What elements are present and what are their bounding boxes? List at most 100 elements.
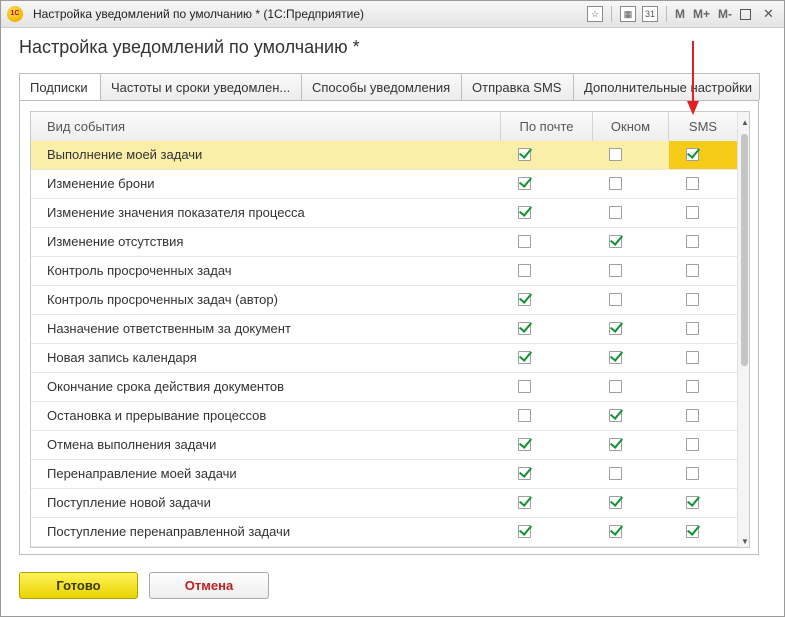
table-row[interactable]: Отмена выполнения задачи — [31, 431, 737, 460]
window-checkbox[interactable] — [609, 235, 622, 248]
scroll-down-icon[interactable]: ▼ — [741, 537, 749, 546]
tab-subscriptions[interactable]: Подписки — [19, 73, 101, 102]
calendar-icon[interactable]: 31 — [642, 6, 658, 22]
selected-cell-highlight — [669, 141, 737, 169]
event-name: Остановка и прерывание процессов — [47, 408, 267, 423]
subscriptions-table: Вид события По почте Окном SMS Выполнени… — [30, 111, 750, 548]
table-row[interactable]: Изменение значения показателя процесса — [31, 199, 737, 228]
window-checkbox[interactable] — [609, 409, 622, 422]
app-logo: 1C — [7, 6, 23, 22]
window-checkbox[interactable] — [609, 148, 622, 161]
email-checkbox[interactable] — [518, 264, 531, 277]
sms-checkbox[interactable] — [686, 322, 699, 335]
done-button[interactable]: Готово — [19, 572, 138, 599]
event-name: Окончание срока действия документов — [47, 379, 285, 394]
email-checkbox[interactable] — [518, 206, 531, 219]
email-checkbox[interactable] — [518, 235, 531, 248]
event-name: Контроль просроченных задач — [47, 263, 232, 278]
sms-checkbox[interactable] — [686, 264, 699, 277]
scroll-thumb[interactable] — [741, 134, 748, 366]
email-checkbox[interactable] — [518, 322, 531, 335]
titlebar-tools: ☆ ▦ 31 M M+ M- ✕ — [587, 5, 784, 23]
sms-checkbox[interactable] — [686, 351, 699, 364]
separator — [611, 6, 612, 22]
window-checkbox[interactable] — [609, 351, 622, 364]
table-row[interactable]: Поступление новой задачи — [31, 489, 737, 518]
window-checkbox[interactable] — [609, 177, 622, 190]
email-checkbox[interactable] — [518, 351, 531, 364]
table-row[interactable]: Контроль просроченных задач (автор) — [31, 286, 737, 315]
sms-checkbox[interactable] — [686, 380, 699, 393]
event-name: Изменение значения показателя процесса — [47, 205, 305, 220]
sms-checkbox[interactable] — [686, 409, 699, 422]
tab-additional-settings[interactable]: Дополнительные настройки — [573, 73, 760, 100]
table-row[interactable]: Остановка и прерывание процессов — [31, 402, 737, 431]
calculator-icon[interactable]: ▦ — [620, 6, 636, 22]
column-header-window[interactable]: Окном — [593, 112, 669, 141]
sms-checkbox[interactable] — [686, 293, 699, 306]
event-name: Новая запись календаря — [47, 350, 197, 365]
window-checkbox[interactable] — [609, 438, 622, 451]
window-checkbox[interactable] — [609, 322, 622, 335]
sms-checkbox[interactable] — [686, 496, 699, 509]
table-row[interactable]: Контроль просроченных задач — [31, 257, 737, 286]
title-bar: 1C Настройка уведомлений по умолчанию * … — [1, 1, 784, 28]
column-header-email[interactable]: По почте — [501, 112, 593, 141]
sms-checkbox[interactable] — [686, 235, 699, 248]
email-checkbox[interactable] — [518, 409, 531, 422]
sms-checkbox[interactable] — [686, 438, 699, 451]
vertical-scrollbar[interactable]: ▲ ▼ — [737, 112, 749, 547]
separator — [666, 6, 667, 22]
event-name: Изменение отсутствия — [47, 234, 184, 249]
email-checkbox[interactable] — [518, 496, 531, 509]
window-checkbox[interactable] — [609, 264, 622, 277]
tab-notification-methods[interactable]: Способы уведомления — [301, 73, 462, 100]
form-title: Настройка уведомлений по умолчанию * — [19, 37, 360, 57]
email-checkbox[interactable] — [518, 525, 531, 538]
email-checkbox[interactable] — [518, 293, 531, 306]
memory-button[interactable]: M — [675, 7, 685, 21]
memory-plus-button[interactable]: M+ — [693, 7, 710, 21]
window-title: Настройка уведомлений по умолчанию * (1С… — [33, 7, 365, 21]
table-header: Вид события По почте Окном SMS — [31, 112, 737, 142]
event-name: Поступление новой задачи — [47, 495, 211, 510]
event-name: Назначение ответственным за документ — [47, 321, 291, 336]
tab-sms-sending[interactable]: Отправка SMS — [461, 73, 574, 100]
table-row[interactable]: Изменение отсутствия — [31, 228, 737, 257]
sms-checkbox[interactable] — [686, 148, 699, 161]
email-checkbox[interactable] — [518, 177, 531, 190]
cancel-button[interactable]: Отмена — [149, 572, 269, 599]
sms-checkbox[interactable] — [686, 525, 699, 538]
event-name: Выполнение моей задачи — [47, 147, 203, 162]
window-checkbox[interactable] — [609, 467, 622, 480]
window-checkbox[interactable] — [609, 380, 622, 393]
sms-checkbox[interactable] — [686, 467, 699, 480]
window-checkbox[interactable] — [609, 525, 622, 538]
column-header-event[interactable]: Вид события — [31, 112, 501, 141]
table-row[interactable]: Окончание срока действия документов — [31, 373, 737, 402]
red-arrow-annotation — [687, 41, 699, 115]
event-name: Перенаправление моей задачи — [47, 466, 237, 481]
window-checkbox[interactable] — [609, 496, 622, 509]
table-row[interactable]: Выполнение моей задачи — [31, 141, 737, 170]
table-row[interactable]: Назначение ответственным за документ — [31, 315, 737, 344]
sms-checkbox[interactable] — [686, 206, 699, 219]
tab-frequencies[interactable]: Частоты и сроки уведомлен... — [100, 73, 302, 100]
email-checkbox[interactable] — [518, 467, 531, 480]
restore-icon[interactable] — [740, 8, 752, 20]
table-row[interactable]: Новая запись календаря — [31, 344, 737, 373]
table-row[interactable]: Поступление перенаправленной задачи — [31, 518, 737, 547]
table-row[interactable]: Изменение брони — [31, 170, 737, 199]
window-checkbox[interactable] — [609, 206, 622, 219]
star-icon[interactable]: ☆ — [587, 6, 603, 22]
email-checkbox[interactable] — [518, 438, 531, 451]
table-row[interactable]: Перенаправление моей задачи — [31, 460, 737, 489]
memory-minus-button[interactable]: M- — [718, 7, 732, 21]
event-name: Поступление перенаправленной задачи — [47, 524, 291, 539]
window-checkbox[interactable] — [609, 293, 622, 306]
email-checkbox[interactable] — [518, 148, 531, 161]
email-checkbox[interactable] — [518, 380, 531, 393]
sms-checkbox[interactable] — [686, 177, 699, 190]
close-icon[interactable]: ✕ — [763, 6, 774, 22]
scroll-up-icon[interactable]: ▲ — [741, 118, 749, 127]
